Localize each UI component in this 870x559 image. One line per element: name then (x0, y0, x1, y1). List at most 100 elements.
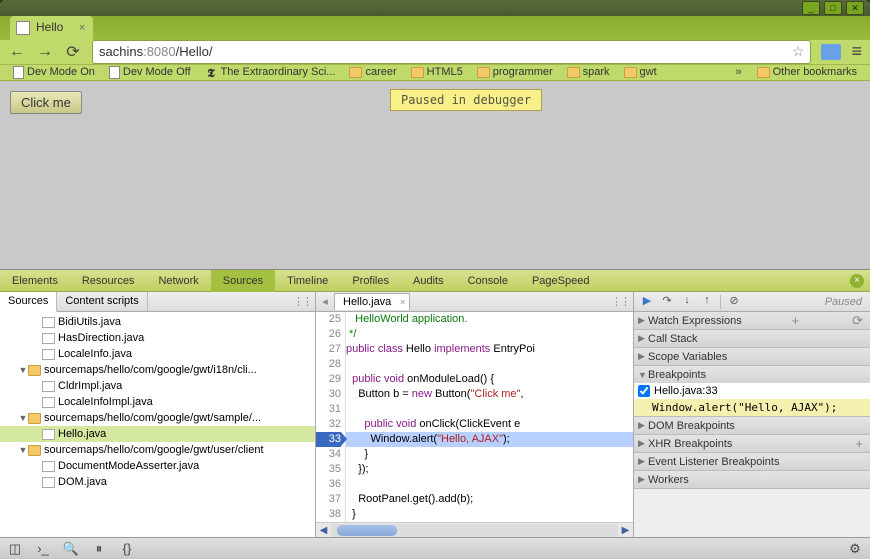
tree-file[interactable]: DOM.java (0, 474, 315, 490)
tree-file[interactable]: DocumentModeAsserter.java (0, 458, 315, 474)
code-area[interactable]: 2526272829303132333435363738 HelloWorld … (316, 312, 633, 522)
folder-icon (567, 67, 580, 78)
devtools-tab-timeline[interactable]: Timeline (275, 270, 340, 292)
add-xhr-bp-icon[interactable]: + (852, 436, 866, 451)
bookmark-item[interactable]: spark (562, 65, 615, 81)
nyt-icon: 𝕿 (205, 66, 218, 79)
event-listener-bp-section[interactable]: ▶Event Listener Breakpoints (634, 453, 870, 470)
scroll-thumb[interactable] (337, 525, 397, 536)
devtools-tab-sources[interactable]: Sources (211, 270, 275, 292)
step-out-button[interactable]: ↑ (698, 294, 716, 310)
bookmark-item[interactable]: Dev Mode Off (104, 65, 196, 81)
bookmark-item[interactable]: programmer (472, 65, 558, 81)
content-scripts-subtab[interactable]: Content scripts (57, 292, 147, 311)
page-action-icon[interactable] (821, 44, 841, 60)
tree-file[interactable]: LocaleInfoImpl.java (0, 394, 315, 410)
resume-button[interactable]: ▶ (638, 294, 656, 310)
devtools-tab-network[interactable]: Network (146, 270, 210, 292)
click-me-button[interactable]: Click me (10, 91, 82, 114)
step-over-button[interactable]: ↷ (658, 294, 676, 310)
url-host: sachins (99, 44, 143, 59)
workers-section[interactable]: ▶Workers (634, 471, 870, 488)
bookmark-item[interactable]: gwt (619, 65, 662, 81)
tree-file[interactable]: LocaleInfo.java (0, 346, 315, 362)
breakpoint-row[interactable]: Hello.java:33 (634, 383, 870, 399)
bookmark-item[interactable]: HTML5 (406, 65, 468, 81)
tab-close-icon[interactable]: × (79, 22, 85, 34)
browser-tab[interactable]: Hello × (10, 16, 93, 40)
reload-button[interactable]: ⟳ (64, 42, 82, 62)
breakpoint-checkbox[interactable] (638, 385, 650, 397)
minimize-button[interactable]: _ (802, 1, 820, 15)
bookmark-star-icon[interactable]: ☆ (792, 43, 805, 60)
file-tab[interactable]: Hello.java × (334, 293, 410, 310)
devtools-close-icon[interactable]: × (850, 274, 864, 288)
tree-folder[interactable]: ▼sourcemaps/hello/com/google/gwt/user/cl… (0, 442, 315, 458)
tree-file[interactable]: BidiUtils.java (0, 314, 315, 330)
devtools-tabbar: ElementsResourcesNetworkSourcesTimelineP… (0, 270, 870, 292)
back-button[interactable]: ← (8, 43, 26, 61)
pause-exceptions-icon[interactable]: ⏸ (90, 541, 108, 557)
scope-variables-section[interactable]: ▶Scope Variables (634, 348, 870, 365)
file-icon (42, 317, 55, 328)
bookmark-label: programmer (493, 66, 553, 78)
scroll-left-icon[interactable]: ◀ (316, 525, 331, 536)
file-icon (42, 477, 55, 488)
tree-file[interactable]: Hello.java (0, 426, 315, 442)
search-icon[interactable]: 🔍 (62, 541, 80, 557)
devtools-tab-audits[interactable]: Audits (401, 270, 456, 292)
tree-label: Hello.java (58, 428, 106, 440)
deactivate-breakpoints-button[interactable]: ⊘ (725, 294, 743, 310)
file-icon (42, 397, 55, 408)
close-window-button[interactable]: ✕ (846, 1, 864, 15)
call-stack-section[interactable]: ▶Call Stack (634, 330, 870, 347)
bookmark-item[interactable]: career (344, 65, 401, 81)
settings-gear-icon[interactable]: ⚙ (846, 541, 864, 557)
refresh-watch-icon[interactable]: ⟳ (849, 313, 866, 329)
console-toggle-icon[interactable]: ›_ (34, 541, 52, 556)
step-into-button[interactable]: ↓ (678, 294, 696, 310)
devtools-tab-elements[interactable]: Elements (0, 270, 70, 292)
devtools-tab-console[interactable]: Console (456, 270, 520, 292)
page-content: Click me Paused in debugger (0, 81, 870, 269)
tree-label: LocaleInfo.java (58, 348, 132, 360)
dom-breakpoints-section[interactable]: ▶DOM Breakpoints (634, 417, 870, 434)
tree-folder[interactable]: ▼sourcemaps/hello/com/google/gwt/sample/… (0, 410, 315, 426)
horizontal-scrollbar[interactable]: ◀ ▶ (316, 522, 633, 537)
address-bar[interactable]: sachins:8080/Hello/ ☆ (92, 40, 811, 64)
tree-file[interactable]: CldrImpl.java (0, 378, 315, 394)
menu-icon[interactable]: ≡ (851, 41, 862, 62)
tab-title: Hello (36, 20, 63, 34)
panel-grip-icon[interactable]: ⋮⋮ (607, 292, 633, 311)
dock-icon[interactable]: ◫ (6, 541, 24, 557)
source-editor: ◂ Hello.java × ⋮⋮ 2526272829303132333435… (316, 292, 634, 537)
watch-expressions-section[interactable]: ▶Watch Expressions+⟳ (634, 312, 870, 329)
url-path: /Hello/ (176, 44, 213, 59)
bookmark-item[interactable]: Dev Mode On (8, 65, 100, 81)
tree-file[interactable]: HasDirection.java (0, 330, 315, 346)
devtools-tab-resources[interactable]: Resources (70, 270, 147, 292)
maximize-button[interactable]: □ (824, 1, 842, 15)
prev-file-icon[interactable]: ◂ (316, 295, 334, 308)
file-tree[interactable]: BidiUtils.javaHasDirection.java LocaleInf… (0, 312, 315, 537)
forward-button[interactable]: → (36, 43, 54, 61)
sources-subtab[interactable]: Sources (0, 292, 57, 312)
file-tab-close-icon[interactable]: × (400, 297, 405, 307)
breakpoints-section[interactable]: ▼Breakpoints (634, 366, 870, 383)
scroll-right-icon[interactable]: ▶ (618, 525, 633, 536)
bookmark-item[interactable]: 𝕿The Extraordinary Sci... (200, 65, 341, 81)
other-bookmarks[interactable]: Other bookmarks (752, 65, 862, 81)
favicon-icon (16, 21, 30, 35)
file-icon (42, 461, 55, 472)
panel-grip-icon[interactable]: ⋮⋮ (289, 292, 315, 311)
xhr-breakpoints-section[interactable]: ▶XHR Breakpoints+ (634, 435, 870, 452)
folder-icon (28, 445, 41, 456)
pretty-print-icon[interactable]: {} (118, 541, 136, 556)
devtools-tab-profiles[interactable]: Profiles (340, 270, 401, 292)
bookmarks-overflow-icon[interactable]: » (730, 66, 748, 78)
other-bookmarks-label: Other bookmarks (773, 66, 857, 78)
tree-label: sourcemaps/hello/com/google/gwt/user/cli… (44, 444, 264, 456)
devtools-tab-pagespeed[interactable]: PageSpeed (520, 270, 602, 292)
tree-folder[interactable]: ▼sourcemaps/hello/com/google/gwt/i18n/cl… (0, 362, 315, 378)
add-watch-icon[interactable]: + (789, 313, 803, 328)
